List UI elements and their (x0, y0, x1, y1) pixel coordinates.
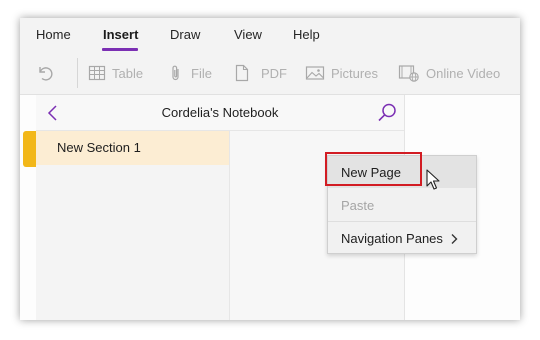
online-video-icon (398, 65, 419, 82)
highlight-box (325, 152, 422, 186)
tab-help[interactable]: Help (293, 27, 320, 42)
menu-item-navigation-panes[interactable]: Navigation Panes (328, 222, 476, 254)
tab-view[interactable]: View (234, 27, 262, 42)
file-button[interactable]: File (167, 60, 212, 86)
table-label: Table (112, 65, 144, 81)
mouse-pointer-icon (426, 169, 440, 190)
section-label: New Section 1 (57, 140, 141, 155)
onenote-window: Home Insert Draw View Help Table File PD… (20, 18, 520, 320)
search-icon[interactable] (376, 102, 398, 124)
pdf-label: PDF (261, 65, 287, 81)
active-tab-indicator (102, 48, 138, 51)
picture-icon (305, 66, 325, 80)
ribbon-toolbar: Table File PDF Pictures Online Video (20, 60, 520, 86)
menu-item-label: Navigation Panes (341, 231, 443, 246)
pictures-button[interactable]: Pictures (305, 60, 378, 86)
ribbon: Home Insert Draw View Help Table File PD… (20, 18, 520, 95)
tab-insert[interactable]: Insert (103, 27, 138, 42)
online-video-button[interactable]: Online Video (398, 60, 500, 86)
menu-item-label: Paste (341, 198, 375, 213)
sections-list: New Section 1 (36, 131, 230, 320)
online-video-label: Online Video (426, 65, 501, 81)
paperclip-icon (172, 65, 179, 81)
toolbar-divider (77, 58, 78, 88)
tab-home[interactable]: Home (36, 27, 71, 42)
section-item-new-section-1[interactable]: New Section 1 (36, 131, 229, 165)
menu-item-paste: Paste (328, 189, 476, 221)
undo-icon (39, 67, 53, 81)
undo-button[interactable] (36, 60, 54, 86)
table-button[interactable]: Table (88, 60, 143, 86)
document-icon (235, 64, 249, 82)
file-label: File (191, 65, 212, 81)
pdf-button[interactable]: PDF (233, 60, 287, 86)
table-icon (88, 65, 106, 81)
notebook-header: Cordelia's Notebook (36, 95, 404, 131)
chevron-right-icon (451, 234, 458, 244)
pictures-label: Pictures (331, 65, 378, 81)
section-color-tab (23, 131, 36, 167)
tab-draw[interactable]: Draw (170, 27, 200, 42)
notebook-title[interactable]: Cordelia's Notebook (36, 105, 404, 120)
